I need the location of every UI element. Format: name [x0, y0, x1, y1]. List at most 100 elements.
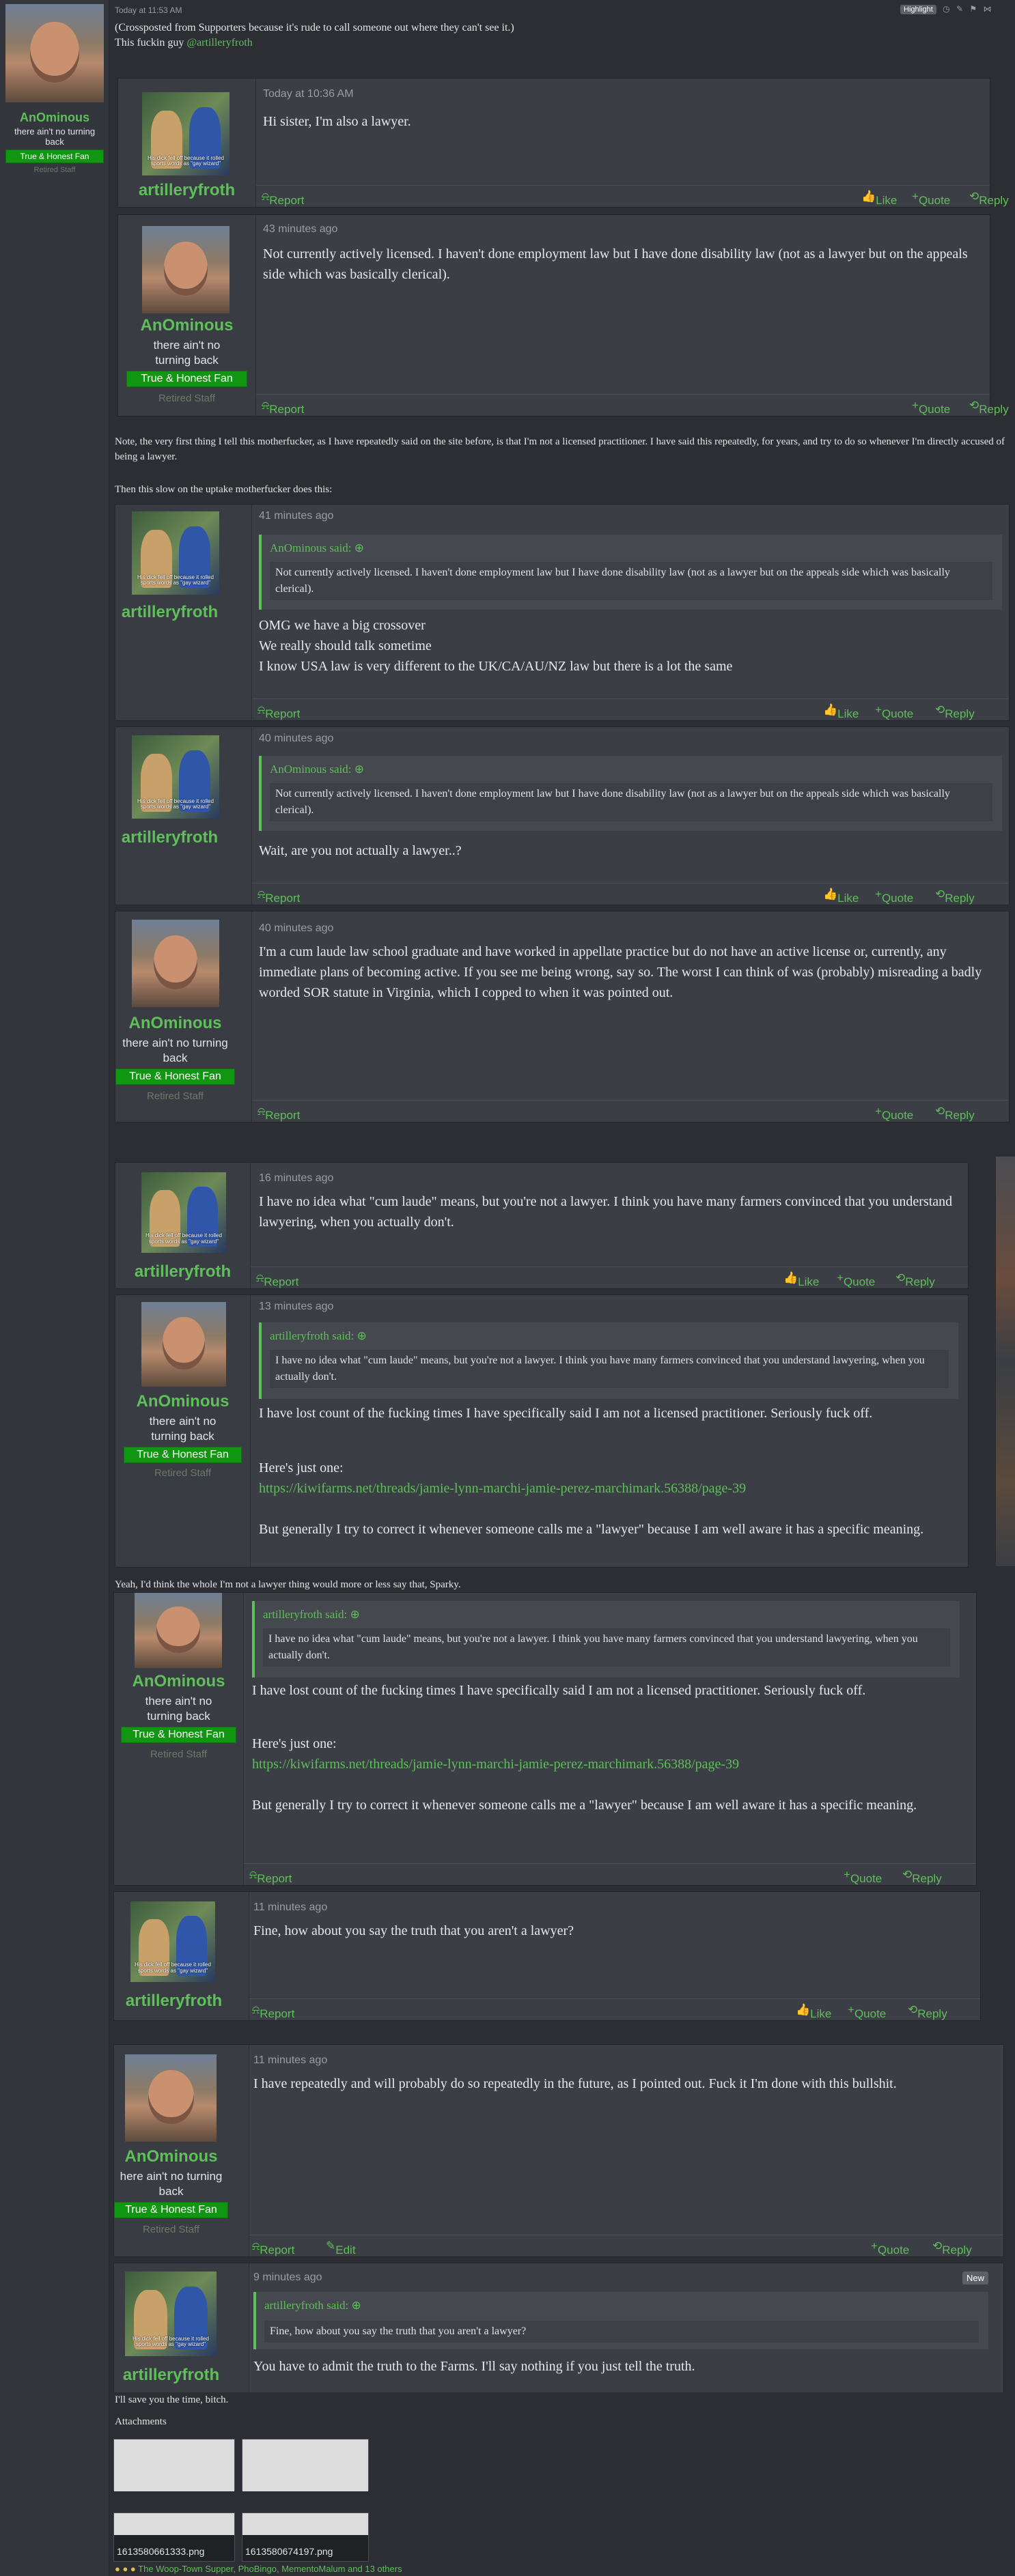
user-avatar[interactable]: His dick fell off because it rolled spor… [125, 2271, 217, 2356]
attachment-thumb-2[interactable] [242, 2439, 369, 2491]
reply-button[interactable]: ⟲ Reply [895, 1271, 935, 1288]
post-date[interactable]: Today at 11:53 AM [115, 5, 182, 15]
quote-author[interactable]: artilleryfroth said: ⊕ [263, 1608, 360, 1622]
username[interactable]: AnOminous [118, 316, 255, 335]
user-avatar[interactable]: His dick fell off because it rolled spor… [130, 1901, 215, 1982]
username[interactable]: artilleryfroth [115, 603, 224, 622]
user-avatar[interactable]: His dick fell off because it rolled spor… [132, 735, 219, 819]
user-avatar[interactable] [132, 920, 219, 1007]
quote-button[interactable]: + Quote [875, 1105, 913, 1122]
jump-icon[interactable]: ⊕ [354, 541, 364, 554]
username[interactable]: artilleryfroth [118, 181, 255, 200]
quote-label: Quote [850, 1872, 882, 1885]
reply-button[interactable]: ⟲ Reply [932, 2239, 972, 2256]
jump-icon[interactable]: ⊕ [350, 1608, 359, 1621]
attachment-file-1[interactable]: 1613580661333.png [113, 2513, 235, 2562]
username[interactable]: artilleryfroth [115, 828, 224, 847]
quote-button[interactable]: + Quote [848, 2003, 886, 2020]
post-date[interactable]: 11 minutes ago [253, 1901, 327, 1914]
user-avatar[interactable] [141, 1302, 226, 1387]
like-button[interactable]: 👍 Like [823, 703, 859, 720]
highlight-badge[interactable]: Highlight [900, 5, 936, 14]
user-banner: True & Honest Fan [124, 1447, 242, 1463]
quote-button[interactable]: + Quote [837, 1271, 875, 1288]
reply-button[interactable]: ⟲ Reply [935, 1105, 975, 1122]
user-avatar[interactable]: His dick fell off because it rolled spor… [132, 511, 219, 595]
user-avatar[interactable] [5, 4, 104, 102]
report-button[interactable]: ⍾ Report [252, 2239, 294, 2256]
quote-button[interactable]: + Quote [844, 1868, 882, 1885]
username[interactable]: AnOminous [115, 1392, 250, 1411]
quote-button[interactable]: + Quote [875, 888, 913, 905]
quote-author[interactable]: AnOminous said: ⊕ [270, 541, 364, 555]
username[interactable]: artilleryfroth [115, 1262, 250, 1282]
mention-link[interactable]: @artilleryfroth [186, 37, 252, 48]
post-date[interactable]: 41 minutes ago [259, 510, 333, 522]
like-button[interactable]: 👍 Like [823, 888, 859, 905]
like-button[interactable]: 👍 Like [861, 190, 897, 207]
post-date[interactable]: 9 minutes ago [253, 2271, 322, 2284]
user-avatar[interactable]: His dick fell off because it rolled spor… [141, 1172, 226, 1253]
share-icon[interactable]: ⋈ [984, 4, 992, 14]
jump-icon[interactable]: ⊕ [357, 1329, 366, 1342]
post-line-1: OMG we have a big crossover [259, 618, 426, 633]
user-avatar[interactable] [142, 226, 230, 313]
reply-button[interactable]: ⟲ Reply [969, 399, 1009, 416]
post-date[interactable]: 40 minutes ago [259, 922, 333, 935]
report-button[interactable]: ⍾ Report [256, 1271, 298, 1288]
report-button[interactable]: ⍾ Report [258, 703, 300, 720]
quote-button[interactable]: + Quote [912, 399, 950, 416]
report-button[interactable]: ⍾ Report [249, 1868, 292, 1885]
bookmark-icon[interactable]: ⚑ [969, 4, 977, 14]
username[interactable]: AnOminous [114, 2147, 228, 2166]
user-avatar[interactable]: His dick fell off because it rolled spor… [142, 92, 230, 175]
post-date[interactable]: 43 minutes ago [263, 223, 337, 236]
thread-link[interactable]: https://kiwifarms.net/threads/jamie-lynn… [259, 1478, 746, 1499]
username[interactable]: AnOminous [5, 111, 104, 125]
quote-button[interactable]: + Quote [912, 190, 950, 207]
post-date[interactable]: 16 minutes ago [259, 1172, 333, 1185]
report-button[interactable]: ⍾ Report [262, 399, 304, 416]
quote-button[interactable]: + Quote [875, 703, 913, 720]
intro-text: This fuckin guy [115, 37, 187, 48]
user-avatar[interactable] [135, 1593, 222, 1668]
edit-icon[interactable]: ✎ [956, 4, 963, 14]
user-title: there ain't no turning back [14, 126, 96, 147]
reply-button[interactable]: ⟲ Reply [902, 1868, 942, 1885]
reply-button[interactable]: ⟲ Reply [935, 703, 975, 720]
username[interactable]: AnOminous [114, 1672, 243, 1691]
username[interactable]: artilleryfroth [114, 1992, 234, 2011]
report-button[interactable]: ⍾ Report [258, 1105, 300, 1122]
attachment-file-2[interactable]: 1613580674197.png [242, 2513, 369, 2562]
reply-label: Reply [912, 1872, 942, 1885]
quote-author[interactable]: artilleryfroth said: ⊕ [270, 1329, 367, 1343]
username[interactable]: artilleryfroth [114, 2366, 228, 2385]
post-date[interactable]: 40 minutes ago [259, 733, 333, 745]
post-actions: ⍾ Report ✎ Edit + Quote ⟲ Reply [249, 2235, 1003, 2256]
edit-button[interactable]: ✎ Edit [326, 2239, 356, 2256]
quote-author[interactable]: AnOminous said: ⊕ [270, 763, 364, 776]
jump-icon[interactable]: ⊕ [351, 2299, 361, 2312]
jump-icon[interactable]: ⊕ [354, 763, 364, 776]
post-date[interactable]: 13 minutes ago [259, 1301, 333, 1313]
post-date[interactable]: Today at 10:36 AM [263, 88, 354, 100]
quote-button[interactable]: + Quote [871, 2239, 909, 2256]
reactions-bar[interactable]: ● ● ● The Woop-Town Supper, PhoBingo, Me… [115, 2564, 402, 2574]
reply-button[interactable]: ⟲ Reply [969, 190, 1009, 207]
like-button[interactable]: 👍 Like [796, 2003, 831, 2020]
reply-button[interactable]: ⟲ Reply [935, 888, 975, 905]
user-banner: True & Honest Fan [121, 1727, 236, 1743]
like-button[interactable]: 👍 Like [783, 1271, 819, 1288]
report-button[interactable]: ⍾ Report [252, 2003, 294, 2020]
thread-link[interactable]: https://kiwifarms.net/threads/jamie-lynn… [252, 1754, 739, 1774]
reply-button[interactable]: ⟲ Reply [908, 2003, 947, 2020]
attachment-thumb-1[interactable] [113, 2439, 235, 2491]
report-button[interactable]: ⍾ Report [262, 190, 304, 207]
history-icon[interactable]: ◷ [943, 4, 949, 14]
quote-author[interactable]: artilleryfroth said: ⊕ [264, 2299, 361, 2312]
user-avatar[interactable] [125, 2054, 217, 2142]
post-date[interactable]: 11 minutes ago [253, 2054, 327, 2067]
username[interactable]: AnOminous [115, 1014, 235, 1033]
report-button[interactable]: ⍾ Report [258, 888, 300, 905]
avatar-caption: His dick fell off because it rolled spor… [145, 1232, 222, 1245]
